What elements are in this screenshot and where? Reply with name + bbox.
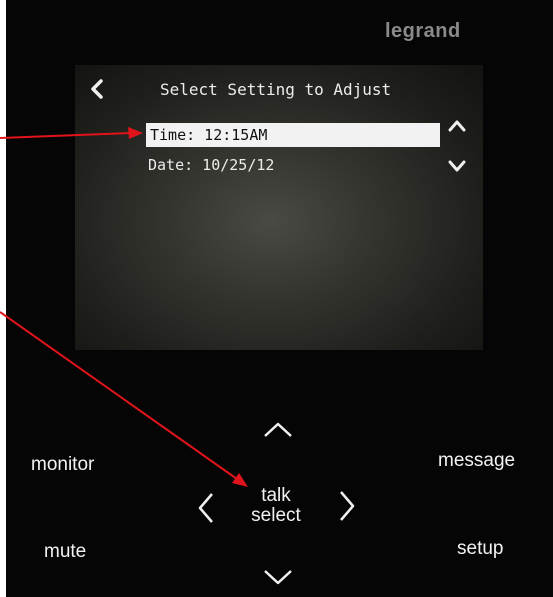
menu-item-time[interactable]: Time: 12:15AM	[146, 123, 440, 147]
scroll-down-chevron-icon[interactable]	[447, 158, 467, 174]
lcd-screen	[75, 65, 483, 350]
nav-down-icon[interactable]	[262, 567, 294, 587]
nav-up-icon[interactable]	[262, 420, 294, 440]
scroll-up-chevron-icon[interactable]	[447, 118, 467, 134]
nav-right-icon[interactable]	[337, 489, 357, 523]
select-label: select	[251, 505, 301, 526]
talk-label: talk	[261, 485, 291, 506]
back-chevron-icon[interactable]	[88, 78, 106, 100]
setup-button[interactable]: setup	[457, 538, 503, 560]
brand-logo: legrand	[385, 20, 461, 42]
talk-select-button[interactable]: talk select	[238, 486, 314, 526]
nav-left-icon[interactable]	[196, 491, 216, 525]
menu-item-date[interactable]: Date: 10/25/12	[146, 153, 438, 177]
message-button[interactable]: message	[438, 450, 515, 472]
mute-button[interactable]: mute	[44, 541, 86, 563]
monitor-button[interactable]: monitor	[31, 454, 94, 476]
screen-title: Select Setting to Adjust	[160, 80, 392, 99]
